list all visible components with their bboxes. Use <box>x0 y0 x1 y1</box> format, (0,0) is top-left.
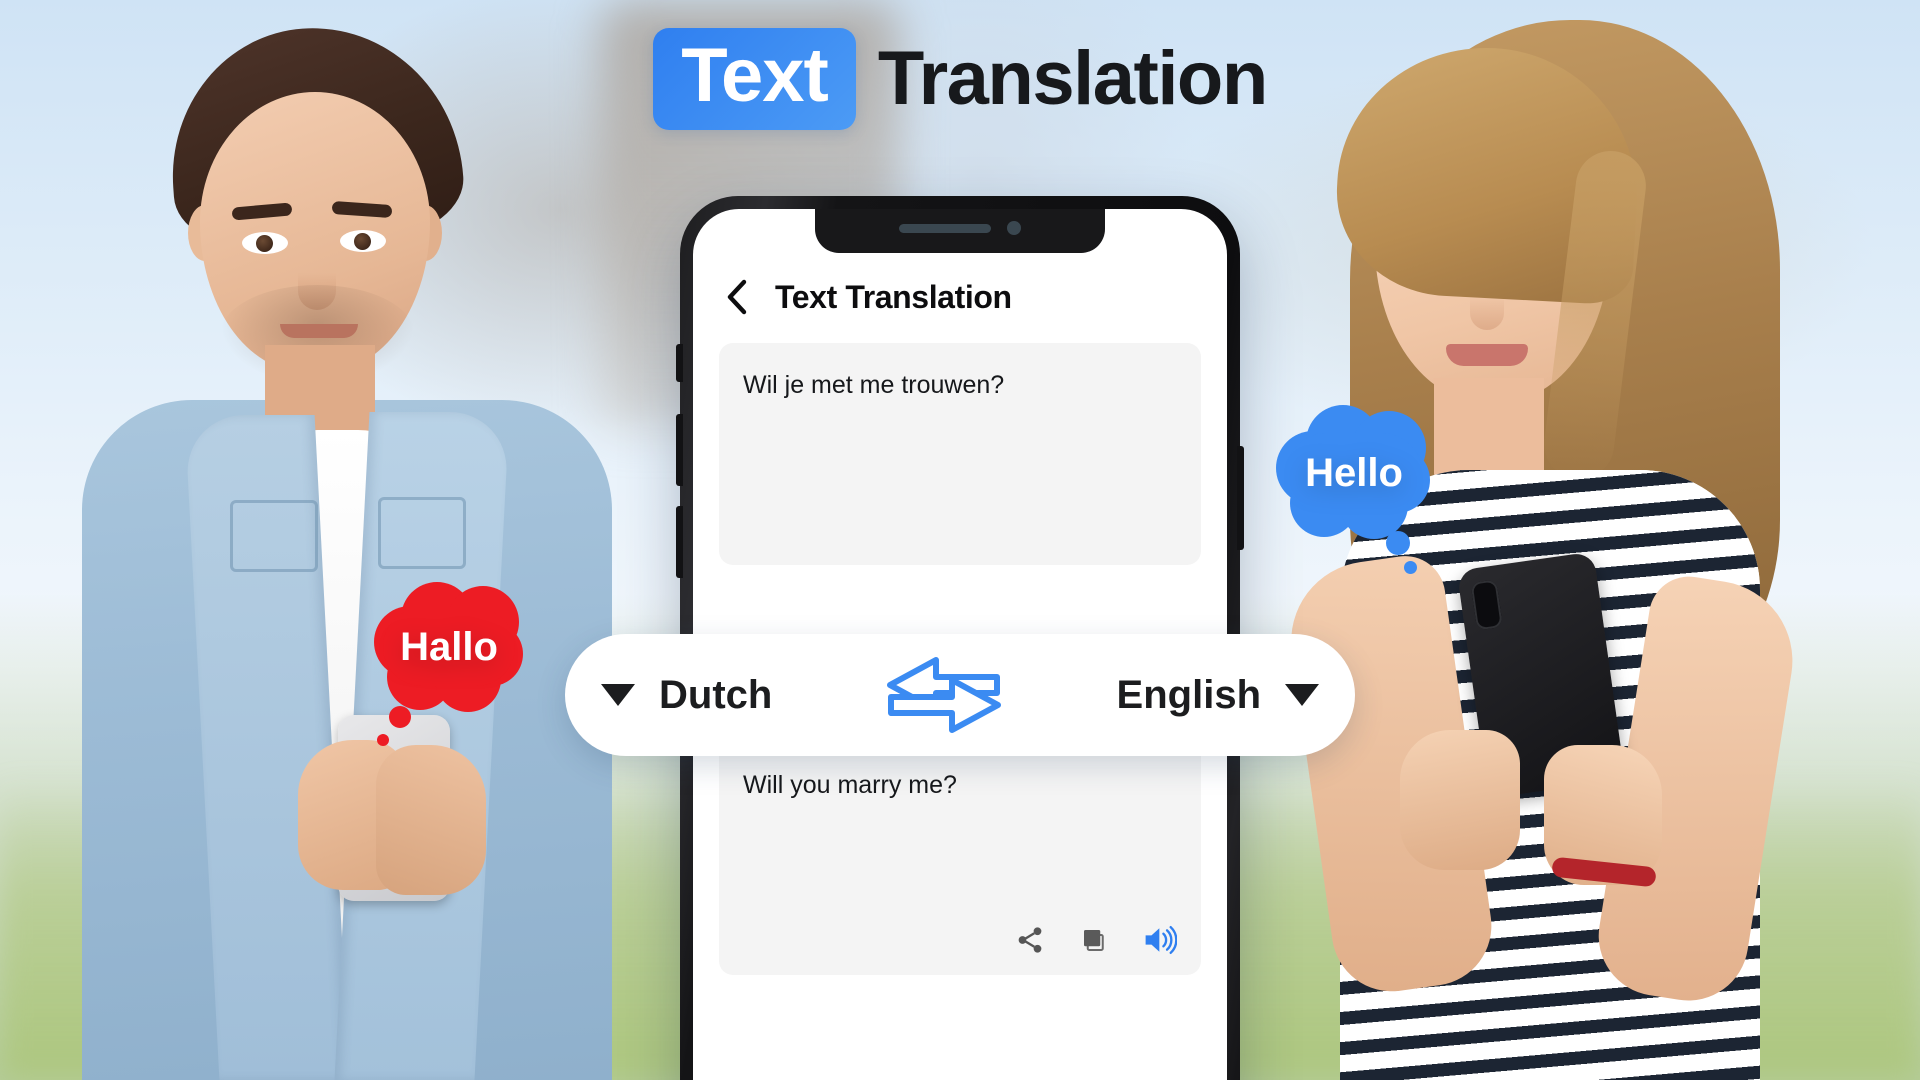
target-actions <box>1015 925 1177 955</box>
target-language-label: English <box>1116 672 1261 717</box>
headline-badge-text: Text <box>681 33 829 118</box>
phone-volume-up-button[interactable] <box>676 414 683 486</box>
promo-banner: Text Translation Text Translation Wil je… <box>0 0 1920 1080</box>
speech-bubble-hallo: Hallo <box>374 582 523 746</box>
source-text: Wil je met me trouwen? <box>743 371 1005 399</box>
language-selector-bar: Dutch English <box>565 634 1355 756</box>
banner-headline: Text Translation <box>0 28 1920 130</box>
speech-bubble-text: Hello <box>1305 450 1403 495</box>
speech-bubble-text: Hallo <box>400 624 498 669</box>
source-language-selector[interactable]: Dutch <box>601 673 772 718</box>
person-right-woman <box>1200 0 1900 1080</box>
target-text-panel[interactable]: Will you marry me? <box>719 743 1201 975</box>
headline-badge: Text <box>653 28 856 130</box>
source-text-panel[interactable]: Wil je met me trouwen? <box>719 343 1201 565</box>
person-left-man <box>60 0 680 1080</box>
source-language-label: Dutch <box>659 672 773 717</box>
swap-horizontal-arrows-icon[interactable] <box>884 652 1004 738</box>
headline-rest-text: Translation <box>877 36 1268 121</box>
app-title: Text Translation <box>775 278 1012 315</box>
copy-icon[interactable] <box>1079 925 1109 955</box>
earpiece-speaker-icon <box>899 223 991 233</box>
target-text: Will you marry me? <box>743 771 957 799</box>
phone-volume-down-button[interactable] <box>676 506 683 578</box>
speech-bubble-hello: Hello <box>1276 405 1430 574</box>
front-camera-icon <box>1007 221 1021 235</box>
share-icon[interactable] <box>1015 925 1045 955</box>
caret-down-icon[interactable] <box>1285 684 1319 706</box>
speaker-icon[interactable] <box>1143 925 1177 955</box>
phone-notch <box>815 209 1105 253</box>
chevron-left-icon[interactable] <box>723 277 749 317</box>
caret-down-icon[interactable] <box>601 684 635 706</box>
phone-power-button[interactable] <box>1237 446 1244 550</box>
phone-mute-switch[interactable] <box>676 344 683 382</box>
target-language-selector[interactable]: English <box>1117 673 1319 718</box>
